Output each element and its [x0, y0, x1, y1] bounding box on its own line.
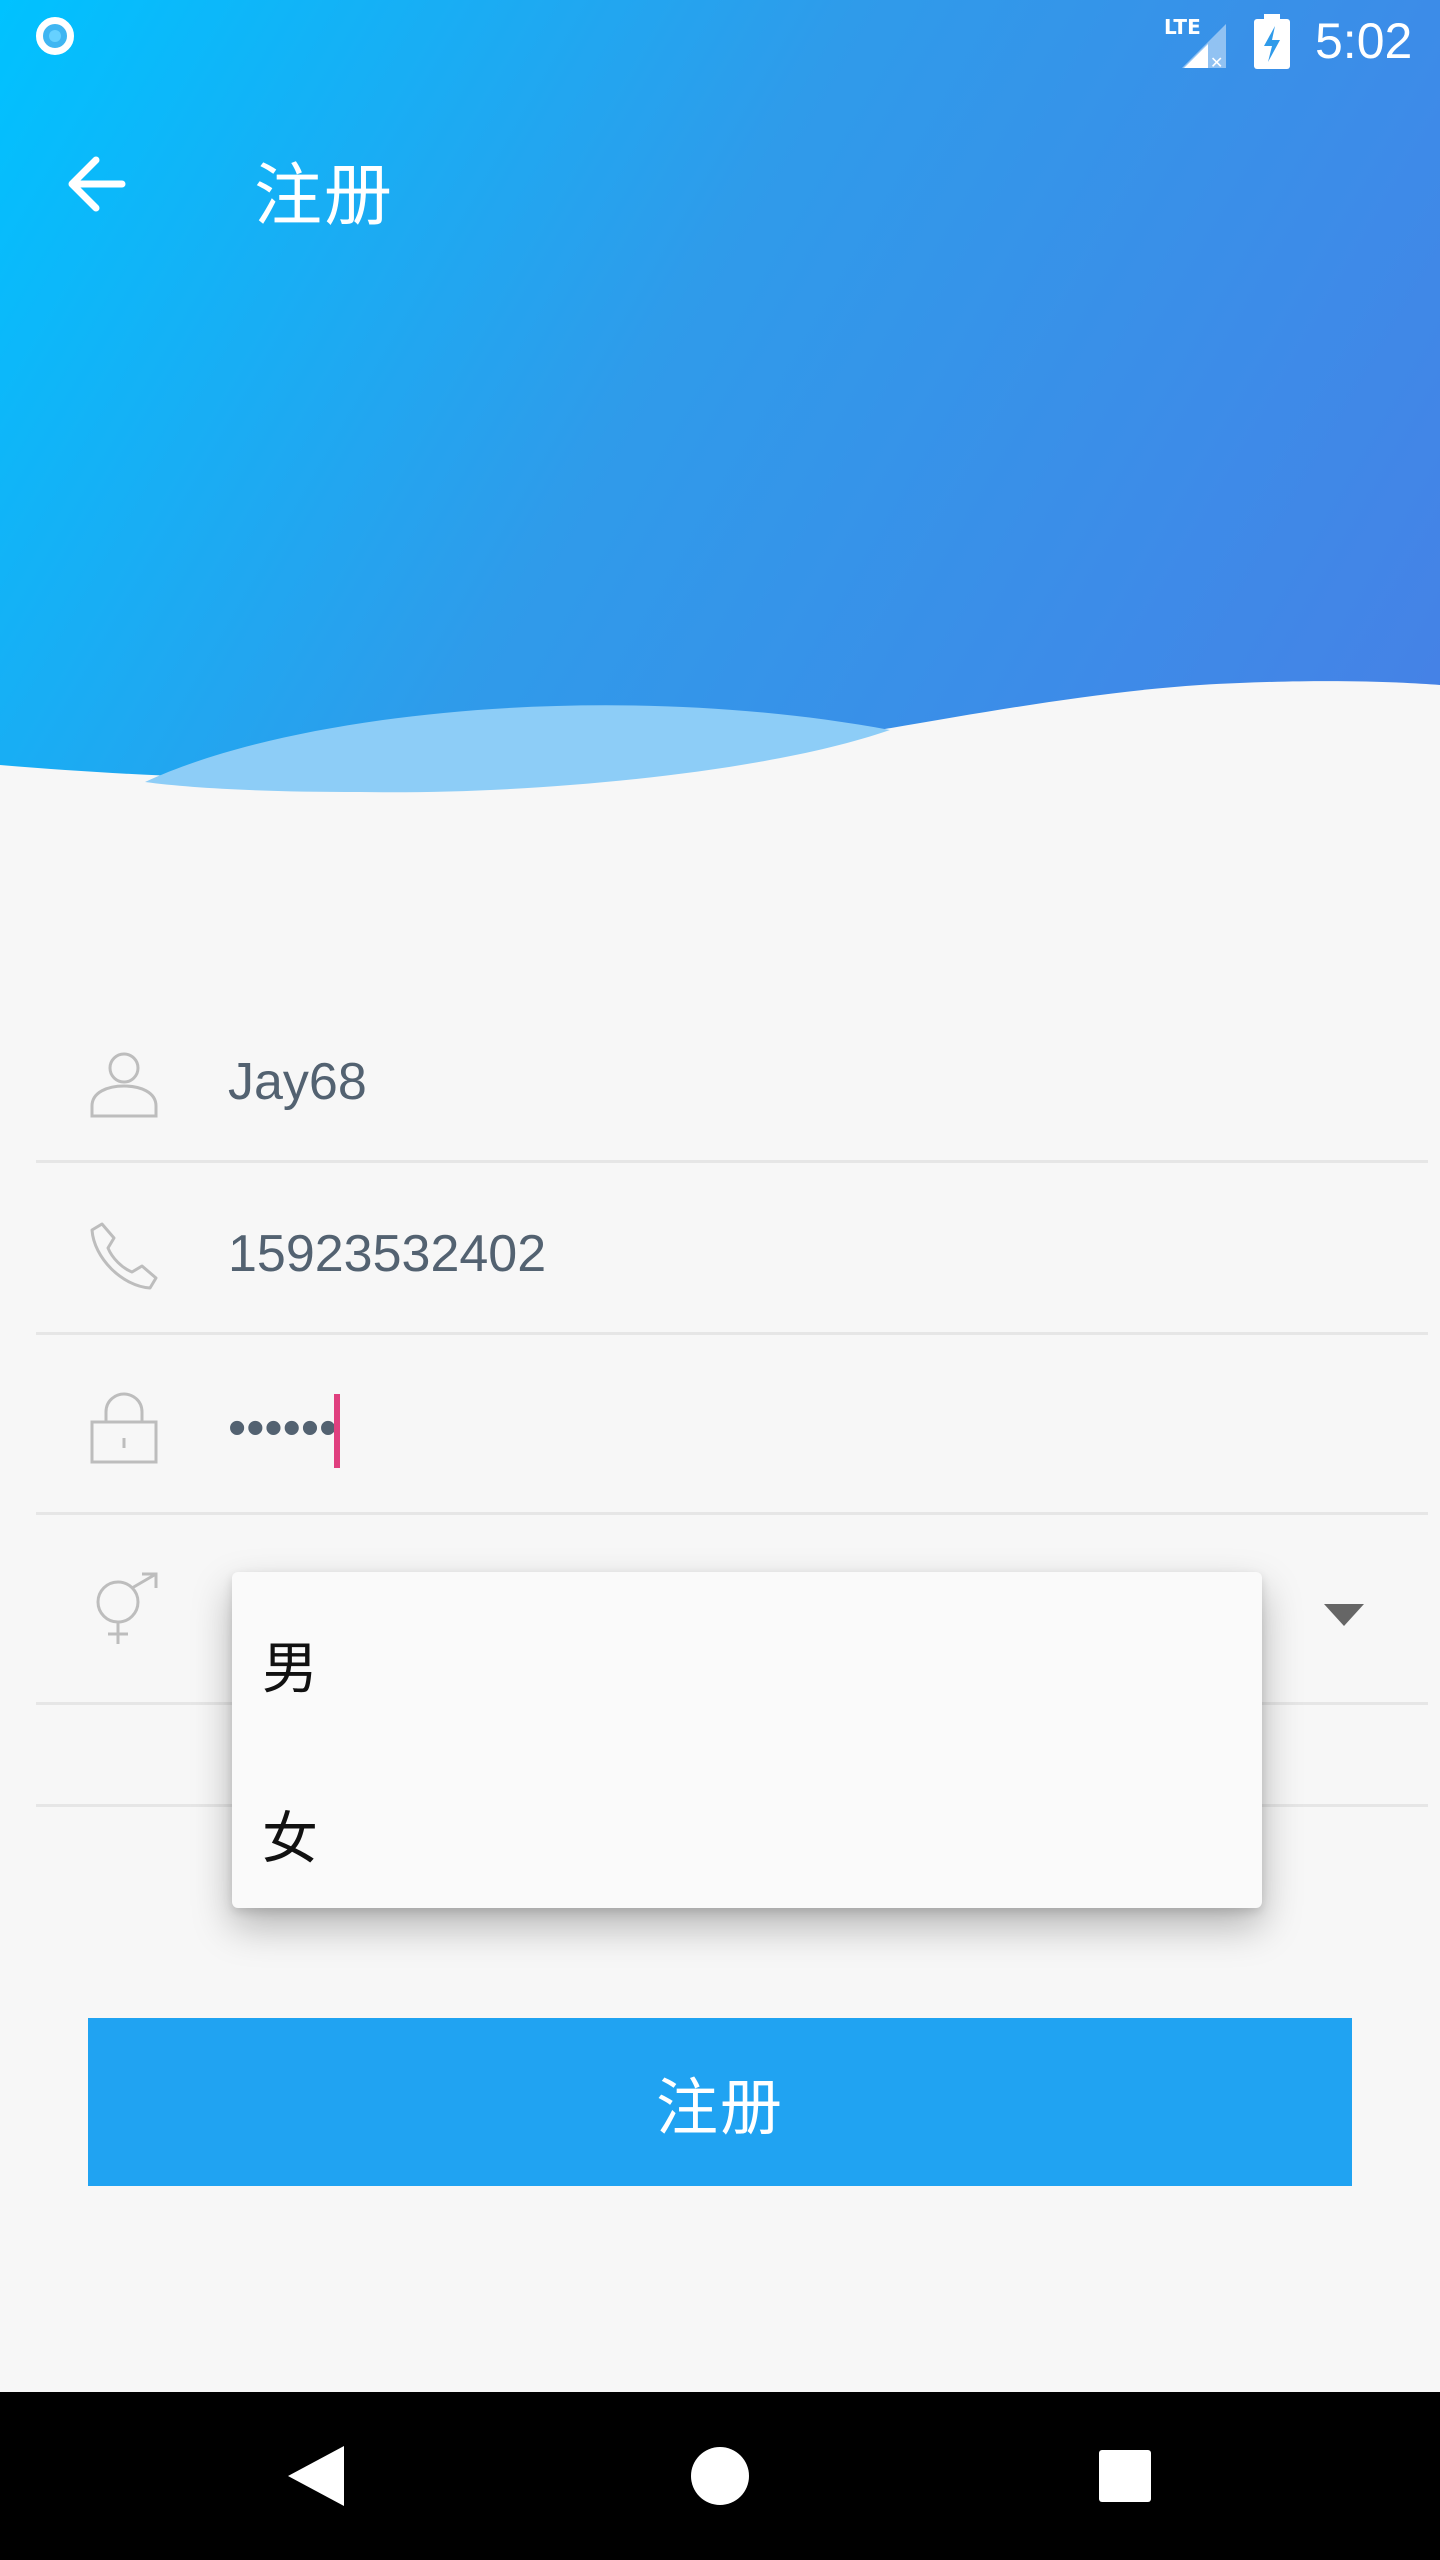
- lte-signal-icon: LTE ✕: [1164, 15, 1226, 70]
- username-divider: [36, 1160, 1428, 1163]
- svg-text:LTE: LTE: [1164, 15, 1201, 39]
- battery-charging-icon: [1254, 14, 1290, 69]
- gender-option-female[interactable]: 女: [262, 1794, 318, 1875]
- gender-icon: [96, 1572, 158, 1644]
- nav-back-icon[interactable]: [286, 2444, 346, 2508]
- phone-icon: [90, 1222, 158, 1290]
- nav-home-icon[interactable]: [691, 2447, 749, 2505]
- username-input[interactable]: Jay68: [228, 1052, 367, 1112]
- page-title: 注册: [254, 157, 395, 236]
- text-cursor: [334, 1394, 340, 1468]
- phone-divider: [36, 1332, 1428, 1335]
- status-time: 5:02: [1315, 13, 1413, 69]
- notification-dot-icon: [36, 17, 74, 55]
- nav-recent-icon[interactable]: [1099, 2450, 1151, 2502]
- svg-text:✕: ✕: [1210, 53, 1223, 70]
- gender-option-male[interactable]: 男: [262, 1624, 318, 1705]
- person-icon: [90, 1052, 158, 1118]
- password-divider: [36, 1512, 1428, 1515]
- dropdown-arrow-icon[interactable]: [1324, 1604, 1364, 1626]
- register-button[interactable]: 注册: [88, 2018, 1352, 2186]
- status-bar: LTE ✕ 5:02: [0, 0, 1440, 84]
- phone-input[interactable]: 15923532402: [228, 1224, 546, 1284]
- header-wave: [0, 681, 1440, 860]
- lock-icon: [90, 1392, 158, 1464]
- password-input[interactable]: ••••••: [228, 1398, 337, 1458]
- gender-dropdown-menu: 男 女: [232, 1572, 1262, 1908]
- arrow-back-icon[interactable]: [62, 148, 134, 220]
